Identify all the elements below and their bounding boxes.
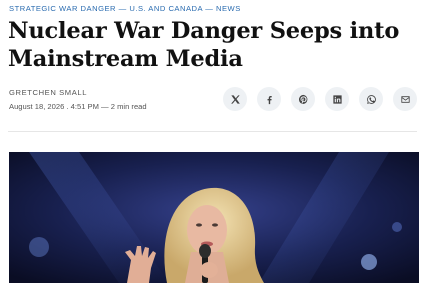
whatsapp-icon xyxy=(366,94,376,104)
article-title: Nuclear War Danger Seeps into Mainstream… xyxy=(8,18,400,72)
article-kicker[interactable]: STRATEGIC WAR DANGER — U.S. AND CANADA —… xyxy=(9,4,241,13)
linkedin-icon xyxy=(332,94,342,104)
author-name[interactable]: GRETCHEN SMALL xyxy=(9,88,87,97)
share-email-button[interactable] xyxy=(393,87,417,111)
share-pinterest-button[interactable] xyxy=(291,87,315,111)
x-icon xyxy=(230,94,240,104)
divider xyxy=(8,131,417,132)
share-linkedin-button[interactable] xyxy=(325,87,349,111)
share-whatsapp-button[interactable] xyxy=(359,87,383,111)
facebook-icon xyxy=(267,95,272,104)
share-facebook-button[interactable] xyxy=(257,87,281,111)
hero-image[interactable] xyxy=(9,152,419,283)
article-meta: August 18, 2026 . 4:51 PM — 2 min read xyxy=(9,102,147,111)
hero-photo-illustration xyxy=(9,152,419,283)
email-icon xyxy=(400,95,410,103)
pinterest-icon xyxy=(298,94,307,104)
share-x-button[interactable] xyxy=(223,87,247,111)
share-bar xyxy=(223,87,417,111)
